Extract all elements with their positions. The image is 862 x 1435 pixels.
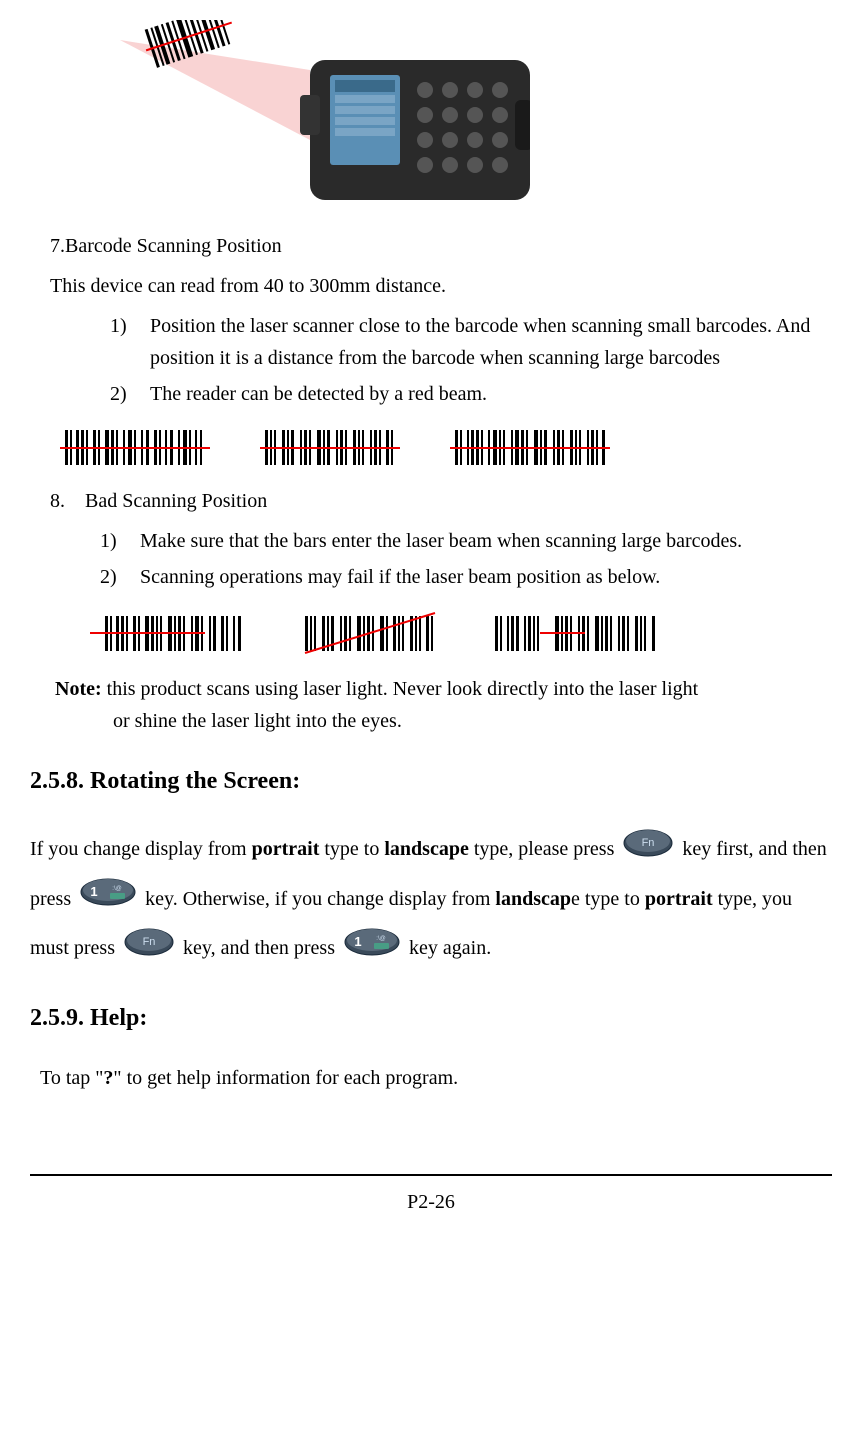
section-7-intro-text: This device can read from 40 to 300mm di… — [50, 275, 446, 297]
text-frag: " to get help information for each progr… — [113, 1067, 458, 1089]
list-marker: 1) — [110, 310, 150, 374]
text-frag: e type to — [571, 888, 645, 910]
note-text-1: this product scans using laser light. Ne… — [102, 678, 699, 700]
scanner-device-illustration — [60, 20, 832, 220]
fn-key-icon: Fn — [124, 926, 174, 974]
rotate-screen-paragraph: If you change display from portrait type… — [30, 825, 832, 973]
text-frag: type, please press — [469, 838, 620, 860]
one-key-icon: 1 :\@ — [80, 876, 136, 924]
text-frag: type to — [319, 838, 384, 860]
text-bold-portrait2: portrait — [645, 888, 713, 910]
text-bold-landscape: landscape — [384, 838, 468, 860]
note-label: Note: — [55, 678, 102, 700]
text-frag: If you change display from — [30, 838, 252, 860]
text-frag: key, and then press — [183, 937, 340, 959]
list-text: Make sure that the bars enter the laser … — [140, 525, 832, 557]
bad-scan-illustration — [90, 608, 832, 658]
section-7-intro: This device can read from 40 to 300mm di… — [50, 270, 832, 302]
text-bold-landscape2: landscap — [495, 888, 571, 910]
list-text: The reader can be detected by a red beam… — [150, 378, 832, 410]
note-block: Note: this product scans using laser lig… — [55, 673, 832, 737]
good-scan-illustration — [60, 425, 832, 470]
text-frag: key again. — [409, 937, 491, 959]
heading-259: 2.5.9. Help: — [30, 999, 832, 1037]
list-marker: 2) — [100, 561, 140, 593]
section-7-title-text: 7.Barcode Scanning Position — [50, 235, 282, 257]
section-8-title: 8. Bad Scanning Position — [50, 485, 832, 517]
section-7-item-1: 1) Position the laser scanner close to t… — [110, 310, 832, 374]
svg-text::\@: :\@ — [112, 886, 121, 892]
heading-258: 2.5.8. Rotating the Screen: — [30, 762, 832, 800]
note-text-2: or shine the laser light into the eyes. — [113, 705, 832, 737]
text-frag: To tap " — [40, 1067, 103, 1089]
text-bold-question: ? — [103, 1067, 113, 1089]
list-marker: 1) — [100, 525, 140, 557]
one-key-icon: 1 :\@ — [344, 926, 400, 974]
section-8-item-2: 2) Scanning operations may fail if the l… — [100, 561, 832, 593]
list-text: Scanning operations may fail if the lase… — [140, 561, 832, 593]
list-text: Position the laser scanner close to the … — [150, 310, 832, 374]
section-7-title: 7.Barcode Scanning Position — [50, 230, 832, 262]
section-8-item-1: 1) Make sure that the bars enter the las… — [100, 525, 832, 557]
page-number: P2-26 — [407, 1191, 455, 1213]
svg-text:1: 1 — [90, 884, 97, 899]
help-paragraph: To tap "?" to get help information for e… — [40, 1062, 832, 1094]
svg-text::\@: :\@ — [376, 936, 385, 942]
section-8-title-text: Bad Scanning Position — [85, 490, 267, 512]
svg-text:1: 1 — [354, 934, 361, 949]
svg-text:Fn: Fn — [143, 936, 156, 948]
list-marker: 2) — [110, 378, 150, 410]
text-frag: key. Otherwise, if you change display fr… — [145, 888, 495, 910]
fn-key-icon: Fn — [623, 827, 673, 875]
svg-text:Fn: Fn — [642, 837, 655, 849]
section-7-item-2: 2) The reader can be detected by a red b… — [110, 378, 832, 410]
text-bold-portrait: portrait — [252, 838, 320, 860]
section-8-num: 8. — [50, 490, 65, 512]
page-footer: P2-26 — [30, 1174, 832, 1218]
